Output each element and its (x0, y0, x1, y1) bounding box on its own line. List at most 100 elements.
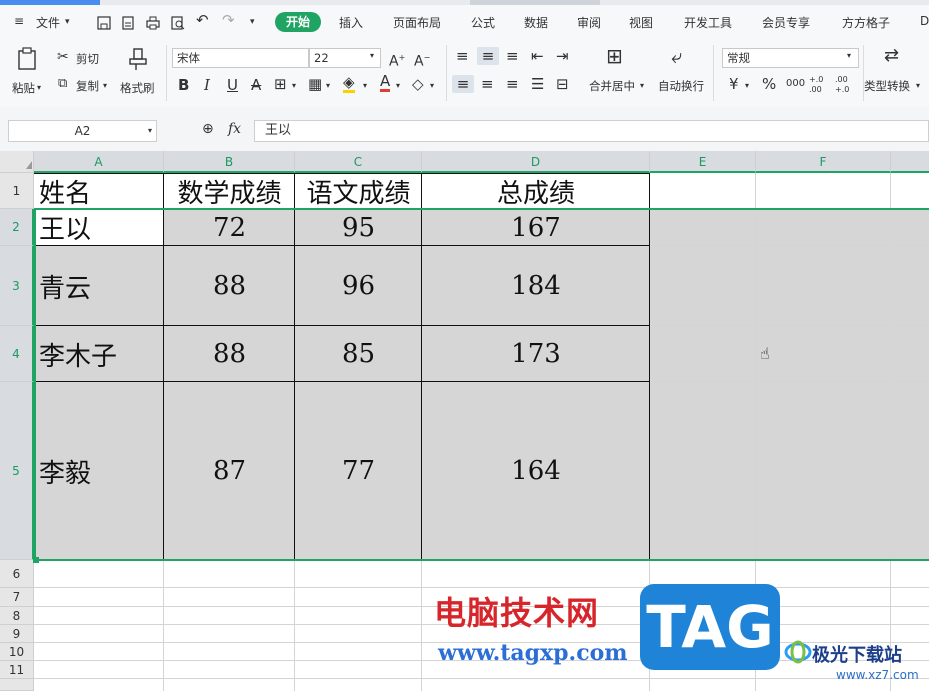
distributed-icon[interactable]: ⊟ (556, 75, 569, 93)
cut-button[interactable]: 剪切 (76, 51, 99, 67)
currency-icon[interactable]: ¥ (729, 75, 739, 93)
header-cell-name[interactable]: 姓名 (34, 173, 164, 209)
undo-icon[interactable]: ↶ (196, 11, 209, 29)
print-icon[interactable] (146, 16, 160, 30)
zoom-search-icon[interactable]: ⊕ (202, 121, 214, 137)
tab-page-layout[interactable]: 页面布局 (393, 14, 441, 31)
tab-data[interactable]: 数据 (524, 14, 548, 31)
column-header-c[interactable]: C (295, 151, 422, 173)
underline-icon[interactable]: U (227, 76, 238, 94)
justify-icon[interactable]: ☰ (531, 75, 544, 93)
font-grow-icon[interactable]: A+ (389, 49, 405, 71)
chevron-down-icon[interactable]: ▾ (65, 17, 70, 27)
table-cell-total[interactable]: 184 (422, 246, 650, 326)
align-middle-icon[interactable]: ≡ (477, 47, 499, 65)
table-cell-math[interactable]: 72 (164, 209, 295, 246)
chevron-down-icon[interactable]: ▾ (103, 81, 107, 90)
tab-home[interactable]: 开始 (275, 12, 321, 32)
align-center-icon[interactable]: ≡ (481, 75, 494, 93)
thousands-separator-icon[interactable]: 000 (786, 78, 805, 89)
row-header-4[interactable]: 4 (0, 326, 34, 382)
chevron-down-icon[interactable]: ▾ (37, 83, 41, 92)
merge-center-button[interactable]: 合并居中 (589, 78, 635, 94)
chevron-down-icon[interactable]: ▾ (148, 121, 152, 141)
chevron-down-icon[interactable]: ▾ (916, 81, 920, 90)
file-menu[interactable]: 文件 (36, 14, 60, 31)
tab-more[interactable]: D (920, 14, 929, 28)
customize-toolbar-icon[interactable]: ▾ (250, 17, 255, 27)
table-cell-total[interactable]: 164 (422, 382, 650, 560)
column-header-b[interactable]: B (164, 151, 295, 173)
tab-developer[interactable]: 开发工具 (684, 14, 732, 31)
table-cell-chinese[interactable]: 95 (295, 209, 422, 246)
tab-review[interactable]: 审阅 (577, 14, 601, 31)
hamburger-icon[interactable]: ≡ (14, 14, 24, 28)
wrap-text-button[interactable]: 自动换行 (658, 78, 704, 94)
row-header-2[interactable]: 2 (0, 209, 34, 246)
chevron-down-icon[interactable]: ▾ (292, 81, 296, 90)
tab-insert[interactable]: 插入 (339, 14, 363, 31)
fill-pattern-icon[interactable]: ▦ (308, 75, 322, 93)
align-left-icon[interactable]: ≡ (452, 75, 474, 93)
align-top-icon[interactable]: ≡ (456, 47, 469, 65)
select-all-corner[interactable] (0, 151, 34, 173)
row-header-6[interactable]: 6 (0, 560, 34, 588)
name-box[interactable]: A2 ▾ (8, 120, 157, 142)
font-shrink-icon[interactable]: A− (414, 49, 430, 71)
borders-icon[interactable]: ⊞ (274, 75, 287, 93)
header-cell-total[interactable]: 总成绩 (422, 173, 650, 209)
percent-icon[interactable]: % (762, 75, 776, 93)
merge-center-icon[interactable]: ⊞ (606, 46, 623, 66)
tab-fangfange[interactable]: 方方格子 (842, 14, 890, 31)
header-cell-math[interactable]: 数学成绩 (164, 173, 295, 209)
decrease-decimal-icon[interactable]: .00 +.0 (835, 75, 857, 95)
row-header-9[interactable]: 9 (0, 625, 34, 643)
chevron-down-icon[interactable]: ▾ (363, 81, 367, 90)
table-cell-name[interactable]: 李毅 (34, 382, 164, 560)
row-header-8[interactable]: 8 (0, 607, 34, 625)
row-header-3[interactable]: 3 (0, 246, 34, 326)
paste-button[interactable]: 粘贴 (12, 80, 35, 96)
decrease-indent-icon[interactable]: ⇤ (531, 47, 544, 65)
font-name-select[interactable]: 宋体 (172, 48, 309, 68)
copy-button[interactable]: 复制 (76, 78, 99, 94)
column-header-f[interactable]: F (756, 151, 891, 173)
increase-indent-icon[interactable]: ⇥ (556, 47, 569, 65)
save-icon[interactable] (97, 16, 111, 30)
format-painter-button[interactable]: 格式刷 (120, 80, 155, 96)
strikethrough-icon[interactable]: A (251, 76, 261, 94)
tab-formulas[interactable]: 公式 (471, 14, 495, 31)
font-color-icon[interactable]: A (380, 74, 391, 92)
print-preview-icon[interactable] (171, 16, 185, 30)
tab-view[interactable]: 视图 (629, 14, 653, 31)
table-cell-math[interactable]: 88 (164, 326, 295, 382)
row-header-5[interactable]: 5 (0, 382, 34, 560)
paste-icon[interactable] (16, 47, 38, 71)
table-cell-name[interactable]: 李木子 (34, 326, 164, 382)
row-header-10[interactable]: 10 (0, 643, 34, 661)
table-cell-name[interactable]: 王以 (34, 209, 164, 246)
align-right-icon[interactable]: ≡ (506, 75, 519, 93)
chevron-down-icon[interactable]: ▾ (396, 81, 400, 90)
redo-icon[interactable]: ↷ (222, 11, 235, 29)
header-cell-chinese[interactable]: 语文成绩 (295, 173, 422, 209)
row-header-11[interactable]: 11 (0, 661, 34, 679)
eraser-icon[interactable]: ◇ (412, 75, 424, 93)
increase-decimal-icon[interactable]: +.0 .00 (809, 75, 831, 95)
table-cell-total[interactable]: 173 (422, 326, 650, 382)
table-cell-name[interactable]: 青云 (34, 246, 164, 326)
type-convert-button[interactable]: 类型转换 (864, 78, 910, 94)
italic-icon[interactable]: I (204, 76, 210, 94)
row-header-12[interactable] (0, 679, 34, 691)
formula-input[interactable]: 王以 (254, 120, 929, 142)
table-cell-total[interactable]: 167 (422, 209, 650, 246)
chevron-down-icon[interactable]: ▾ (640, 81, 644, 90)
tab-member[interactable]: 会员专享 (762, 14, 810, 31)
column-header-e[interactable]: E (650, 151, 756, 173)
column-header-d[interactable]: D (422, 151, 650, 173)
align-bottom-icon[interactable]: ≡ (506, 47, 519, 65)
table-cell-chinese[interactable]: 85 (295, 326, 422, 382)
table-cell-math[interactable]: 88 (164, 246, 295, 326)
table-cell-chinese[interactable]: 77 (295, 382, 422, 560)
column-header-g[interactable] (891, 151, 929, 173)
